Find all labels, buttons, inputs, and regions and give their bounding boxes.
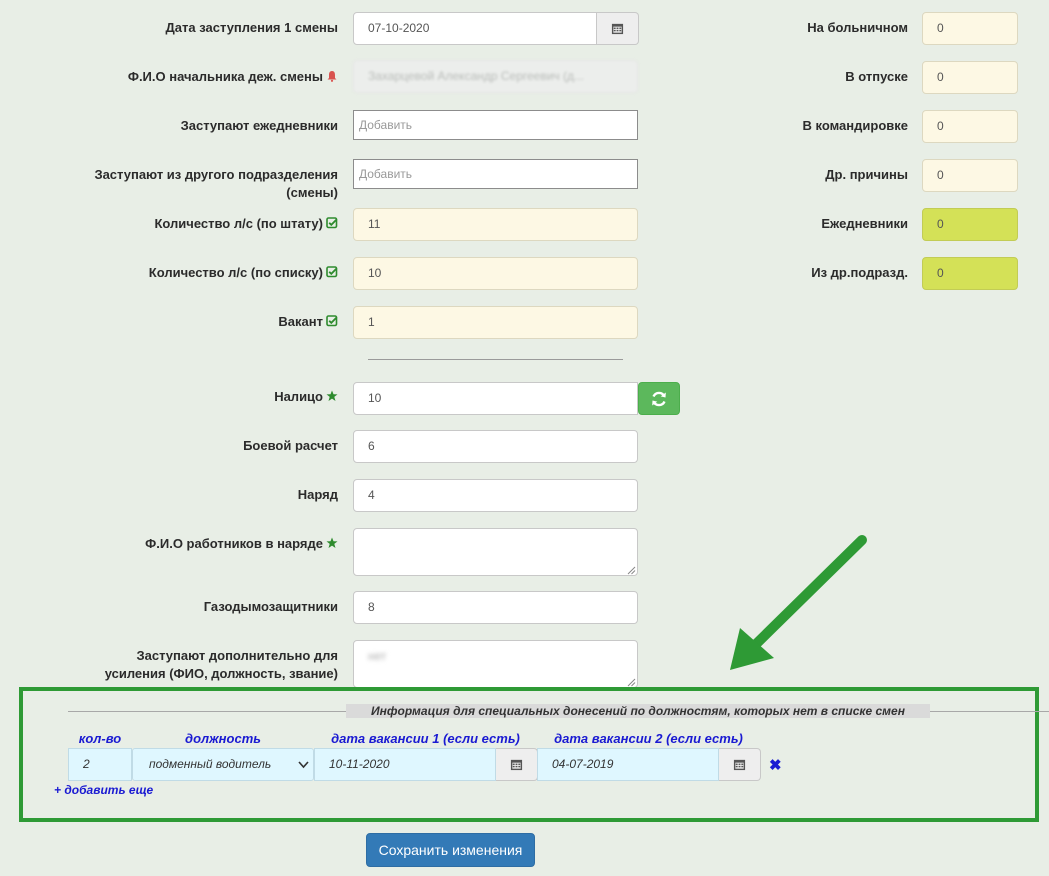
chief-label: Ф.И.О начальника деж. смены <box>60 68 338 87</box>
staff-label: Количество л/с (по штату) <box>60 215 338 234</box>
star-icon <box>326 389 338 407</box>
chief-select[interactable]: Захарцевой Александр Сергеевич (д... <box>353 60 638 93</box>
calendar-icon <box>611 23 624 35</box>
date-label: Дата заступления 1 смены <box>165 20 338 35</box>
daily-label: Заступают ежедневники <box>180 118 338 133</box>
present-label-text: Налицо <box>274 389 323 404</box>
calendar-icon <box>733 759 746 771</box>
staff-label-text: Количество л/с (по штату) <box>154 216 323 231</box>
vacant-input[interactable]: 1 <box>353 306 638 339</box>
count-input[interactable]: 2 <box>68 748 132 781</box>
sick-input[interactable]: 0 <box>922 12 1018 45</box>
vacation-label: В отпуске <box>845 69 908 84</box>
extra-label-line2: усиления (ФИО, должность, звание) <box>104 666 338 681</box>
position-select[interactable]: подменный водитель <box>132 748 314 781</box>
combat-input[interactable]: 6 <box>353 430 638 463</box>
resize-grip-icon[interactable] <box>627 566 636 575</box>
present-input[interactable]: 10 <box>353 382 638 415</box>
bell-icon <box>326 69 338 87</box>
chief-label-text: Ф.И.О начальника деж. смены <box>127 69 323 84</box>
special-info-legend: Информация для специальных донесений по … <box>346 704 930 718</box>
refresh-icon <box>652 391 666 406</box>
add-more-link[interactable]: + добавить еще <box>54 783 153 797</box>
divider <box>368 359 623 360</box>
remove-row-button[interactable]: ✖ <box>769 758 782 774</box>
calendar-button[interactable] <box>597 12 639 45</box>
other-unit-label-line2: (смены) <box>286 185 338 200</box>
trip-input[interactable]: 0 <box>922 110 1018 143</box>
other-unit-label: Заступают из другого подразделения (смен… <box>60 166 338 202</box>
other-reasons-label: Др. причины <box>825 167 908 182</box>
col-position-header: должность <box>185 731 261 746</box>
date-input[interactable]: 07-10-2020 <box>353 12 597 45</box>
vacancy2-input[interactable]: 04-07-2019 <box>537 748 719 781</box>
extra-label-line1: Заступают дополнительно для <box>136 648 338 663</box>
other-unit-count-input[interactable]: 0 <box>922 257 1018 290</box>
check-square-icon <box>326 265 338 283</box>
other-unit-input[interactable]: Добавить <box>353 159 638 189</box>
vacation-input[interactable]: 0 <box>922 61 1018 94</box>
extra-label: Заступают дополнительно для усиления (ФИ… <box>60 647 338 683</box>
star-icon <box>326 536 338 554</box>
gas-input[interactable]: 8 <box>353 591 638 624</box>
combat-label: Боевой расчет <box>243 438 338 453</box>
sick-label: На больничном <box>807 20 908 35</box>
other-reasons-input[interactable]: 0 <box>922 159 1018 192</box>
extra-value: нет <box>368 649 387 663</box>
vacancy2-calendar-button[interactable] <box>719 748 761 781</box>
duty-label: Наряд <box>297 487 338 502</box>
vacant-label-text: Вакант <box>278 314 323 329</box>
calendar-icon <box>510 759 523 771</box>
duty-names-label: Ф.И.О работников в наряде <box>60 535 338 554</box>
check-square-icon <box>326 216 338 234</box>
daily-input[interactable]: Добавить <box>353 110 638 140</box>
chevron-down-icon <box>298 761 309 769</box>
duty-input[interactable]: 4 <box>353 479 638 512</box>
daily-count-label: Ежедневники <box>821 216 908 231</box>
duty-names-textarea[interactable] <box>353 528 638 576</box>
list-input[interactable]: 10 <box>353 257 638 290</box>
gas-label: Газодымозащитники <box>203 599 338 614</box>
col-vacancy1-header: дата вакансии 1 (если есть) <box>331 731 520 746</box>
resize-grip-icon[interactable] <box>627 678 636 687</box>
position-select-value: подменный водитель <box>149 757 272 771</box>
vacancy1-calendar-button[interactable] <box>496 748 538 781</box>
staff-input[interactable]: 11 <box>353 208 638 241</box>
trip-label: В командировке <box>802 118 909 133</box>
list-label: Количество л/с (по списку) <box>60 264 338 283</box>
present-label: Налицо <box>100 388 338 407</box>
other-unit-count-label: Из др.подразд. <box>811 265 908 280</box>
vacant-label: Вакант <box>100 313 338 332</box>
save-button[interactable]: Сохранить изменения <box>366 833 535 867</box>
check-square-icon <box>326 314 338 332</box>
refresh-button[interactable] <box>638 382 680 415</box>
annotation-arrow-icon <box>730 535 867 670</box>
daily-count-input[interactable]: 0 <box>922 208 1018 241</box>
col-vacancy2-header: дата вакансии 2 (если есть) <box>554 731 743 746</box>
col-count-header: кол-во <box>78 731 122 746</box>
list-label-text: Количество л/с (по списку) <box>148 265 323 280</box>
vacancy1-input[interactable]: 10-11-2020 <box>314 748 496 781</box>
extra-textarea[interactable]: нет <box>353 640 638 688</box>
other-unit-label-line1: Заступают из другого подразделения <box>94 167 338 182</box>
duty-names-label-text: Ф.И.О работников в наряде <box>145 536 323 551</box>
